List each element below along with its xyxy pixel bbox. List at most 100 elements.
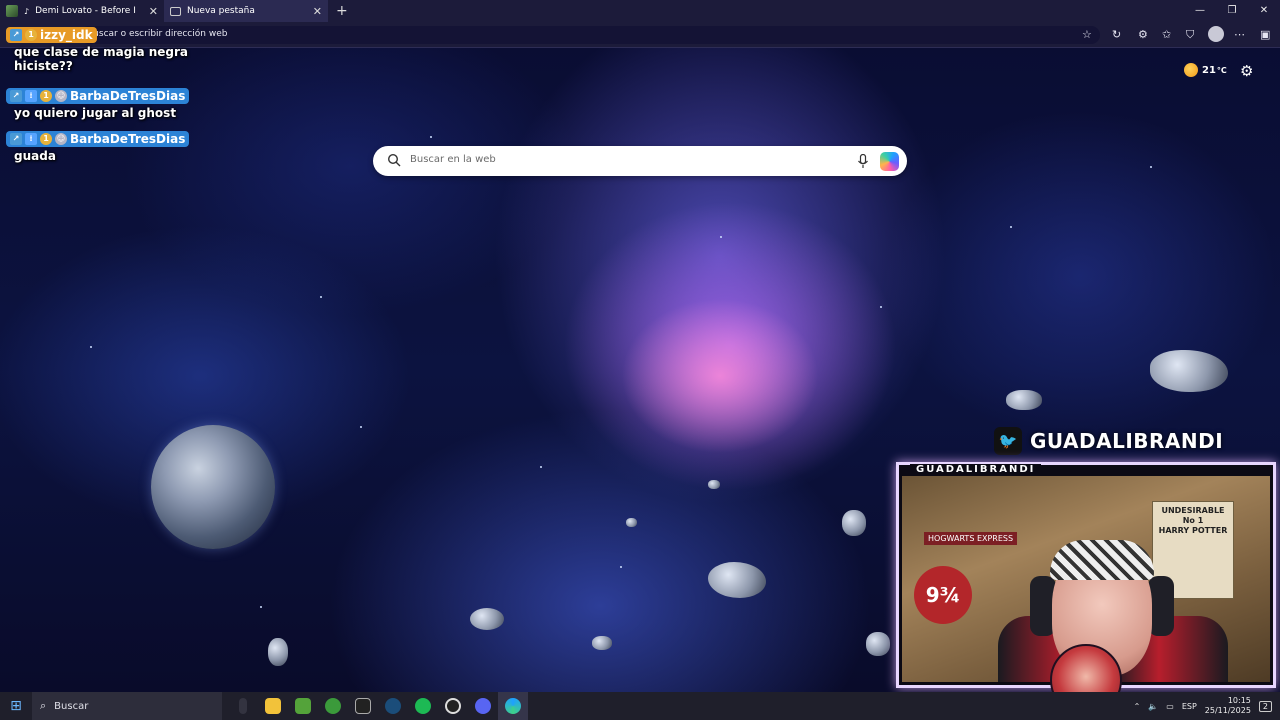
tab-title: Nueva pestaña xyxy=(187,6,255,16)
favorite-star-icon[interactable]: ☆ xyxy=(1082,28,1092,41)
address-field[interactable] xyxy=(80,26,1100,44)
chat-username-text: BarbaDeTresDias xyxy=(70,89,186,103)
asteroid xyxy=(1150,350,1228,392)
shield-icon[interactable]: ⛉ xyxy=(1186,28,1194,42)
chat-message-text: guada xyxy=(14,149,56,163)
volume-icon[interactable]: 🔈 xyxy=(1148,702,1158,711)
system-tray: ⌃ 🔈 ▭ ESP 10:15 25/11/2025 2 xyxy=(1134,692,1280,720)
discord-icon[interactable] xyxy=(468,692,498,720)
close-tab-icon[interactable]: ✕ xyxy=(313,5,322,18)
windows-taskbar: ⊞ ⌕ Buscar xyxy=(0,692,1280,720)
hogwarts-express-sign: HOGWARTS EXPRESS xyxy=(924,532,1018,545)
new-tab-button[interactable]: + xyxy=(328,3,356,19)
clock-date: 25/11/2025 xyxy=(1204,706,1251,715)
gift-badge-icon: ⁞ xyxy=(25,133,37,145)
taskbar-search[interactable]: ⌕ Buscar xyxy=(32,692,222,720)
clock[interactable]: 10:15 25/11/2025 xyxy=(1205,696,1251,716)
tab-strip: ♪ Demi Lovato - Before I Knew ✕ Nueva pe… xyxy=(0,0,1280,22)
start-button[interactable]: ⊞ xyxy=(0,692,32,720)
close-tab-icon[interactable]: ✕ xyxy=(149,5,158,18)
tab-title: Demi Lovato - Before I Knew xyxy=(35,6,139,16)
search-placeholder: Buscar en la web xyxy=(410,154,496,165)
web-search-box[interactable]: Buscar en la web xyxy=(373,146,907,176)
gift-badge-icon: ⁞ xyxy=(25,90,37,102)
asteroid xyxy=(470,608,504,630)
weather-widget[interactable]: 21 °C xyxy=(1184,63,1227,77)
tab-thumbnail-icon xyxy=(6,5,18,17)
chat-username: ↗ ⁞ 1 ☺ BarbaDeTresDias xyxy=(6,88,190,104)
page-settings-gear-icon[interactable]: ⚙ xyxy=(1240,62,1253,80)
screen: ♪ Demi Lovato - Before I Knew ✕ Nueva pe… xyxy=(0,0,1280,720)
minecraft-icon[interactable] xyxy=(288,692,318,720)
asteroid xyxy=(842,510,866,536)
profile-avatar[interactable] xyxy=(1208,26,1224,42)
language-indicator[interactable]: ESP xyxy=(1182,702,1197,711)
chat-username: ↗ ⁞ 1 ☺ BarbaDeTresDias xyxy=(6,131,190,147)
chat-username-text: izzy_idk xyxy=(40,28,93,42)
taskbar-app-blank[interactable] xyxy=(228,692,258,720)
partner-badge-icon: ↗ xyxy=(10,29,22,41)
partner-badge-icon: ↗ xyxy=(10,133,22,145)
new-tab-icon xyxy=(170,6,181,16)
network-icon[interactable]: ▭ xyxy=(1166,702,1174,711)
more-menu-icon[interactable]: ⋯ xyxy=(1234,28,1245,41)
stream-chat-overlay: ↗ 1 izzy_idk que clase de magia negra hi… xyxy=(6,22,226,163)
asteroid xyxy=(592,636,612,650)
chat-message-text: que clase de magia negra hiciste?? xyxy=(14,45,189,73)
steam-icon[interactable] xyxy=(378,692,408,720)
weather-unit: °C xyxy=(1216,65,1227,75)
maximize-button[interactable]: ❐ xyxy=(1216,0,1248,22)
notification-count: 2 xyxy=(1262,701,1268,711)
twitter-handle: GUADALIBRANDI xyxy=(1030,429,1224,453)
tab-nueva-pestana[interactable]: Nueva pestaña ✕ xyxy=(164,0,328,22)
speaker-icon: ♪ xyxy=(24,6,30,16)
partner-badge-icon: ↗ xyxy=(10,90,22,102)
platform-sign: 9¾ xyxy=(914,566,972,624)
chat-message: ↗ 1 izzy_idk que clase de magia negra hi… xyxy=(6,22,226,73)
clock-time: 10:15 xyxy=(1227,696,1251,705)
chat-username: ↗ 1 izzy_idk xyxy=(6,27,97,43)
microphone-icon[interactable] xyxy=(857,154,869,169)
twitter-handle-banner: 🐦 GUADALIBRANDI xyxy=(994,427,1223,455)
webcam-label: GUADALIBRANDI xyxy=(910,464,1042,475)
sub-badge-icon: 1 xyxy=(40,90,52,102)
favorites-icon[interactable]: ✩ xyxy=(1162,28,1171,41)
planet-image xyxy=(151,425,275,549)
asteroid xyxy=(708,480,720,489)
edge-browser-icon[interactable] xyxy=(498,692,528,720)
extensions-icon[interactable]: ⚙ xyxy=(1138,28,1148,41)
poster-text: UNDESIRABLE No 1 HARRY POTTER xyxy=(1158,506,1228,535)
xbox-icon[interactable] xyxy=(318,692,348,720)
chat-username-text: BarbaDeTresDias xyxy=(70,132,186,146)
chat-message: ↗ ⁞ 1 ☺ BarbaDeTresDias guada xyxy=(6,126,226,163)
asteroid xyxy=(1006,390,1042,410)
close-window-button[interactable]: ✕ xyxy=(1248,0,1280,22)
asteroid xyxy=(626,518,637,527)
search-icon: ⌕ xyxy=(40,699,47,712)
emote-badge-icon: ☺ xyxy=(55,133,67,145)
show-hidden-icons-icon[interactable]: ⌃ xyxy=(1134,702,1141,711)
twitter-bird-icon: 🐦 xyxy=(994,427,1022,455)
file-explorer-icon[interactable] xyxy=(258,692,288,720)
spotify-icon[interactable] xyxy=(408,692,438,720)
notifications-icon[interactable]: 2 xyxy=(1258,700,1272,712)
sub-badge-icon: 1 xyxy=(25,29,37,41)
asteroid xyxy=(268,638,288,666)
tab-demi-lovato[interactable]: ♪ Demi Lovato - Before I Knew ✕ xyxy=(0,0,164,22)
sidebar-icon[interactable]: ▣ xyxy=(1260,28,1270,41)
emote-badge-icon: ☺ xyxy=(55,90,67,102)
window-controls: — ❐ ✕ xyxy=(1184,0,1280,22)
chat-message-text: yo quiero jugar al ghost xyxy=(14,106,177,120)
copilot-icon[interactable] xyxy=(880,152,899,171)
sub-badge-icon: 1 xyxy=(40,133,52,145)
streamer-bandana xyxy=(1050,540,1154,580)
asteroid xyxy=(866,632,890,656)
obs-icon[interactable] xyxy=(438,692,468,720)
epic-games-icon[interactable] xyxy=(348,692,378,720)
taskbar-search-label: Buscar xyxy=(54,700,89,712)
weather-temp: 21 xyxy=(1202,64,1216,76)
search-icon xyxy=(387,153,401,167)
minimize-button[interactable]: — xyxy=(1184,0,1216,22)
refresh-icon[interactable]: ↻ xyxy=(1112,28,1121,41)
chat-message: ↗ ⁞ 1 ☺ BarbaDeTresDias yo quiero jugar … xyxy=(6,83,226,120)
